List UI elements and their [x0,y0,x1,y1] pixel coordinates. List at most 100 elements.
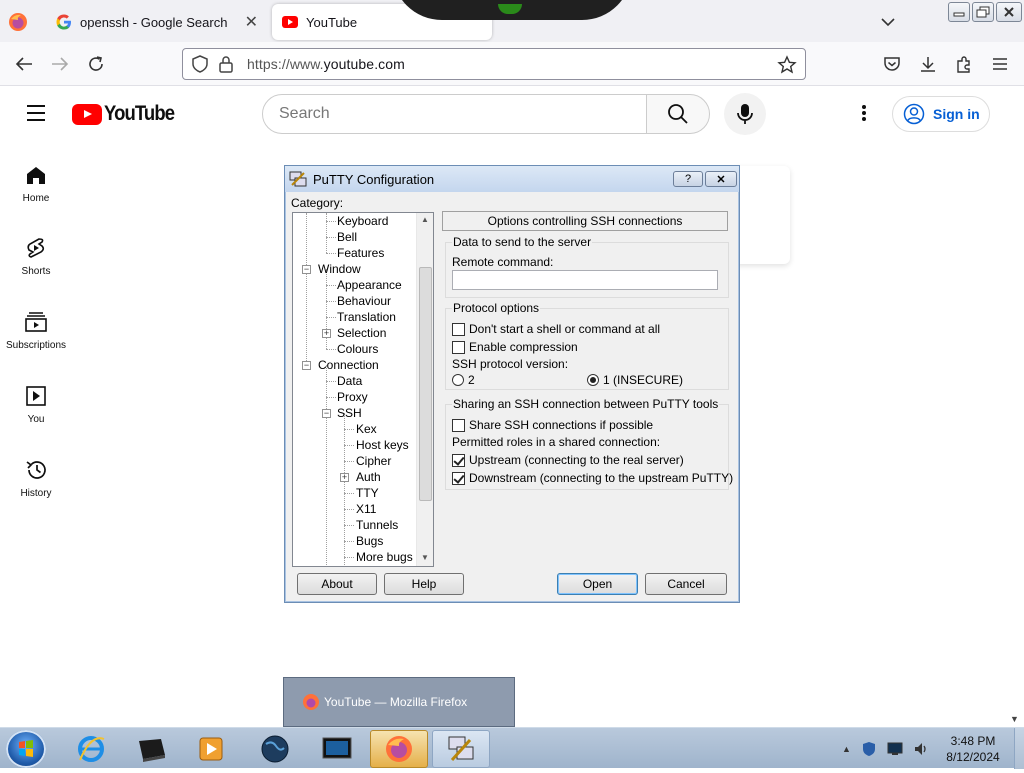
show-hidden-icons-button[interactable]: ▲ [842,744,851,754]
taskbar-putty[interactable] [432,730,490,768]
tree-expand-toggle[interactable]: + [340,473,349,482]
menu-button[interactable] [990,54,1010,74]
pocket-button[interactable] [882,54,902,74]
taskbar-media-player[interactable] [182,730,240,768]
tree-item-data[interactable]: Data [336,373,363,389]
sidebar-item-you[interactable]: You [0,384,72,425]
restore-button[interactable] [972,2,994,22]
checkbox-box[interactable] [452,418,465,432]
tab-close-icon[interactable]: ✕ [245,12,258,32]
no-shell-checkbox[interactable]: Don't start a shell or command at all [452,322,660,336]
extensions-button[interactable] [954,54,974,74]
sign-in-button[interactable]: Sign in [892,96,990,132]
help-button[interactable]: Help [384,573,464,595]
help-title-button[interactable]: ? [673,171,703,187]
dialog-close-button[interactable]: ✕ [705,171,737,187]
show-desktop-button[interactable] [1014,728,1024,769]
taskbar-globe-app[interactable] [246,730,304,768]
tree-item-features[interactable]: Features [336,245,385,261]
tree-item-bugs[interactable]: Bugs [355,533,384,549]
youtube-logo[interactable]: YouTube [72,102,184,126]
checkbox-box[interactable] [452,322,465,336]
lock-icon[interactable] [217,55,235,73]
radio-dot[interactable] [452,374,464,386]
tree-item-tty[interactable]: TTY [355,485,380,501]
tree-item-behaviour[interactable]: Behaviour [336,293,392,309]
tree-item-proxy[interactable]: Proxy [336,389,369,405]
tree-item-bell[interactable]: Bell [336,229,358,245]
tree-item-translation[interactable]: Translation [336,309,397,325]
guide-menu-icon[interactable] [26,104,46,122]
tree-collapse-toggle[interactable]: − [302,265,311,274]
shield-icon[interactable] [191,55,209,73]
scrollbar-thumb[interactable] [419,267,432,501]
tree-expand-toggle[interactable]: + [322,329,331,338]
dialog-title-bar[interactable]: PuTTY Configuration ? ✕ [285,166,739,192]
sidebar-item-history[interactable]: History [0,458,72,499]
firefox-icon[interactable] [8,12,28,32]
bookmark-star-icon[interactable] [777,55,797,75]
tree-collapse-toggle[interactable]: − [302,361,311,370]
chevron-down-icon[interactable] [878,12,898,32]
start-button[interactable] [6,730,46,768]
checkbox-box[interactable] [452,453,465,467]
tree-item-tunnels[interactable]: Tunnels [355,517,399,533]
scroll-down-arrow-icon[interactable]: ▼ [1010,714,1019,724]
tree-item-auth[interactable]: Auth [355,469,382,485]
tree-item-colours[interactable]: Colours [336,341,379,357]
tree-item-cipher[interactable]: Cipher [355,453,392,469]
tree-item-appearance[interactable]: Appearance [336,277,403,293]
taskbar-thumbnail-preview[interactable]: YouTube — Mozilla Firefox [283,677,515,727]
search-button[interactable] [646,94,710,134]
tree-item-more-bugs[interactable]: More bugs [355,549,414,565]
taskbar-firefox[interactable] [370,730,428,768]
remote-command-input[interactable] [452,270,718,290]
taskbar-display-app[interactable] [308,730,366,768]
tree-item-kex[interactable]: Kex [355,421,378,437]
window-close-button[interactable] [996,2,1022,22]
taskbar-internet-explorer[interactable] [62,730,120,768]
tree-item-host-keys[interactable]: Host keys [355,437,410,453]
tree-collapse-toggle[interactable]: − [322,409,331,418]
tree-item-x11[interactable]: X11 [355,501,377,517]
back-button[interactable] [14,54,34,74]
voice-search-button[interactable] [724,93,766,135]
scroll-down-arrow-icon[interactable]: ▼ [421,553,429,562]
about-button[interactable]: About [297,573,377,595]
sidebar-item-subscriptions[interactable]: Subscriptions [0,310,72,351]
share-connections-checkbox[interactable]: Share SSH connections if possible [452,418,653,432]
tree-item-keyboard[interactable]: Keyboard [336,213,389,229]
group-title: Protocol options [452,301,541,315]
ssh-version-2-radio[interactable]: 2 [452,373,475,387]
network-monitor-icon[interactable] [887,742,903,756]
minimize-button[interactable] [948,2,970,22]
tree-item-selection[interactable]: Selection [336,325,387,341]
tree-item-ssh[interactable]: SSH [336,405,363,421]
ssh-version-1-radio[interactable]: 1 (INSECURE) [587,373,683,387]
taskbar-media-device[interactable] [122,730,180,768]
downstream-checkbox[interactable]: Downstream (connecting to the upstream P… [452,471,733,485]
checkbox-box[interactable] [452,340,465,354]
tree-item-connection[interactable]: Connection [317,357,380,373]
tree-scrollbar[interactable]: ▲ ▼ [416,213,433,566]
open-button[interactable]: Open [557,573,638,595]
cancel-button[interactable]: Cancel [645,573,727,595]
compression-checkbox[interactable]: Enable compression [452,340,578,354]
tab-google-search[interactable]: openssh - Google Search ✕ [46,4,268,40]
taskbar-clock[interactable]: 3:48 PM 8/12/2024 [938,733,1008,765]
downloads-button[interactable] [918,54,938,74]
settings-more-button[interactable] [854,102,874,124]
sidebar-item-shorts[interactable]: Shorts [0,236,72,277]
upstream-checkbox[interactable]: Upstream (connecting to the real server) [452,453,684,467]
checkbox-box[interactable] [452,471,465,485]
radio-dot[interactable] [587,374,599,386]
security-shield-icon[interactable] [861,741,877,757]
address-bar[interactable]: https://www.youtube.com [182,48,806,80]
tree-item-window[interactable]: Window [317,261,362,277]
forward-button[interactable] [50,54,70,74]
search-input[interactable] [279,105,619,123]
scroll-up-arrow-icon[interactable]: ▲ [421,215,429,224]
sidebar-item-home[interactable]: Home [0,163,72,204]
speaker-icon[interactable] [913,741,929,757]
reload-button[interactable] [86,54,106,74]
